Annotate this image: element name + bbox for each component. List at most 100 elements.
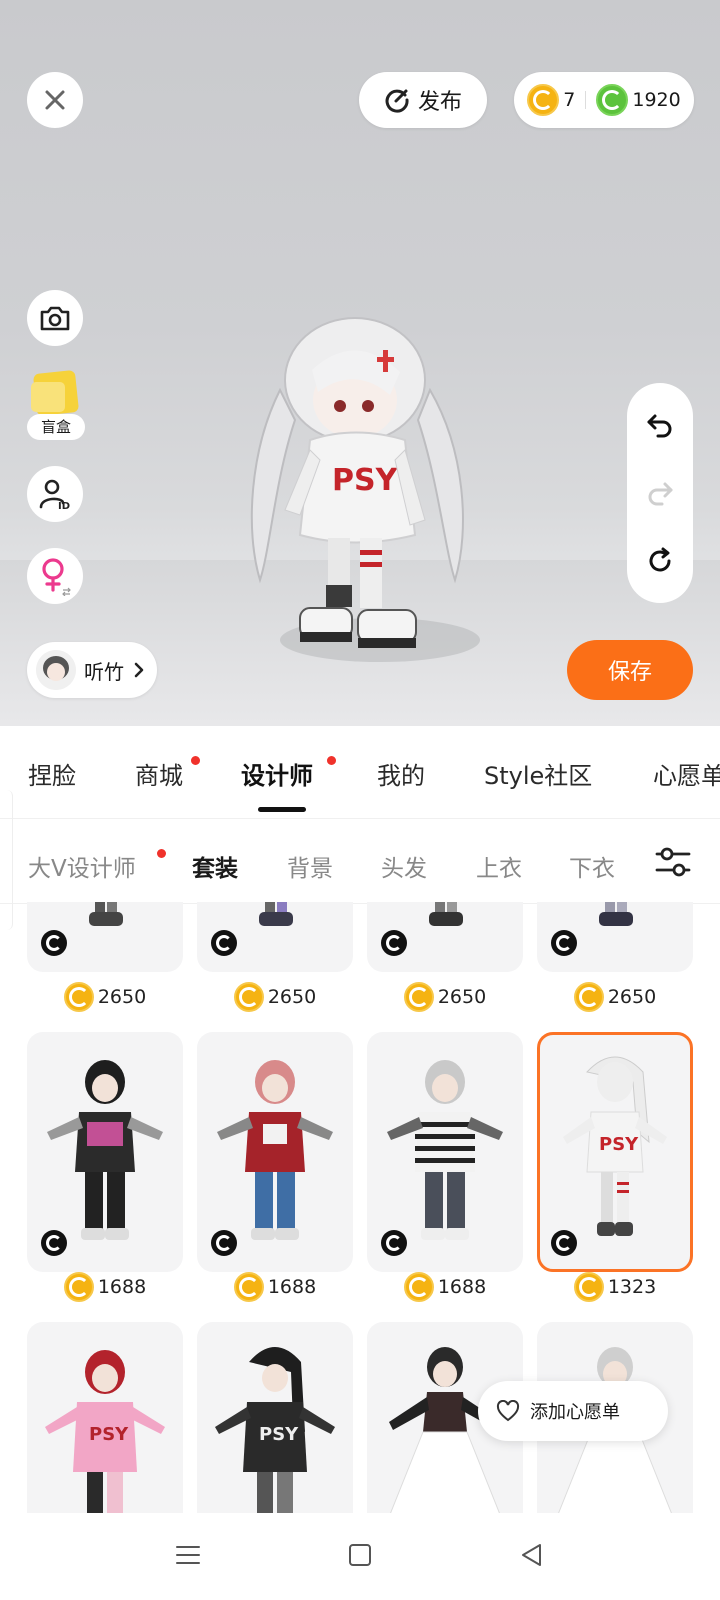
blindbox-button[interactable]: 盲盒 — [27, 369, 85, 442]
price-tag: 1688 — [25, 1272, 185, 1302]
outfit-card[interactable] — [367, 902, 523, 972]
outfit-card[interactable]: PSY — [197, 1322, 353, 1542]
divider — [585, 91, 587, 109]
outfit-card[interactable]: PSY — [27, 1322, 183, 1542]
tab-designer[interactable]: 设计师 — [241, 756, 313, 791]
subtab-suit[interactable]: 套装 — [192, 849, 238, 883]
creator-badge-icon — [381, 1230, 407, 1256]
person-id-icon: ID — [39, 479, 70, 511]
subtab-background[interactable]: 背景 — [287, 849, 333, 883]
tab-face[interactable]: 捏脸 — [28, 756, 76, 791]
back-icon[interactable] — [518, 1541, 546, 1569]
price-value: 2650 — [437, 986, 487, 1008]
price-value: 2650 — [97, 986, 147, 1008]
svg-text:PSY: PSY — [89, 1424, 129, 1445]
profile-name: 听竹 — [84, 659, 124, 684]
subtab-hair[interactable]: 头发 — [381, 849, 427, 883]
creator-badge-icon — [211, 930, 237, 956]
gold-coin-icon — [233, 982, 264, 1012]
tab-style-community[interactable]: Style社区 — [484, 756, 592, 791]
subtab-big-v-designer[interactable]: 大V设计师 — [28, 849, 136, 883]
price-value: 1688 — [267, 1276, 317, 1298]
price-value: 1323 — [607, 1276, 657, 1298]
svg-text:PSY: PSY — [259, 1424, 299, 1445]
camera-button[interactable] — [27, 290, 83, 346]
price-tag: 2650 — [25, 982, 185, 1012]
tab-mall[interactable]: 商城 — [135, 756, 183, 791]
avatar-preview-stage: PSY 发布 7 1920 盲盒 ID 听竹 保存 — [0, 0, 720, 726]
notification-dot — [327, 756, 336, 765]
price-tag: 2650 — [535, 982, 695, 1012]
svg-text:ID: ID — [58, 501, 70, 511]
outfit-card-selected[interactable]: PSY — [537, 1032, 693, 1272]
price-tag: 1323 — [535, 1272, 695, 1302]
save-button[interactable]: 保存 — [567, 640, 693, 700]
menu-icon[interactable] — [174, 1541, 202, 1569]
tab-wishlist[interactable]: 心愿单 — [653, 756, 720, 791]
notification-dot — [157, 849, 166, 858]
camera-icon — [40, 306, 70, 331]
gold-coin-icon — [233, 1272, 264, 1302]
creator-badge-icon — [41, 1230, 67, 1256]
outfit-card[interactable] — [27, 1032, 183, 1272]
gold-coin-icon — [527, 84, 560, 116]
publish-label: 发布 — [417, 90, 462, 115]
reset-icon[interactable] — [645, 546, 675, 576]
profile-selector[interactable]: 听竹 — [27, 642, 157, 698]
gold-coin-icon — [63, 982, 94, 1012]
chevron-right-icon — [134, 662, 144, 678]
close-icon — [45, 90, 65, 110]
publish-button[interactable]: 发布 — [359, 72, 487, 128]
heart-icon — [496, 1400, 520, 1422]
blindbox-label: 盲盒 — [27, 414, 85, 440]
price-tag: 2650 — [195, 982, 355, 1012]
creator-badge-icon — [211, 1230, 237, 1256]
currency-balance[interactable]: 7 1920 — [514, 72, 694, 128]
wishlist-label: 添加心愿单 — [530, 1402, 620, 1423]
creator-badge-icon — [381, 930, 407, 956]
gender-switch-button[interactable] — [27, 548, 83, 604]
avatar-id-button[interactable]: ID — [27, 466, 83, 522]
price-tag: 1688 — [195, 1272, 355, 1302]
svg-text:PSY: PSY — [599, 1134, 639, 1155]
sub-tab-bar: 大V设计师 套装 背景 头发 上衣 下衣 — [0, 818, 720, 904]
subtab-top[interactable]: 上衣 — [476, 849, 522, 883]
gold-coin-icon — [63, 1272, 94, 1302]
close-button[interactable] — [27, 72, 83, 128]
subtab-bottom[interactable]: 下衣 — [569, 849, 615, 883]
price-value: 1688 — [437, 1276, 487, 1298]
price-value: 2650 — [607, 986, 657, 1008]
redo-icon[interactable] — [645, 478, 675, 508]
outfit-card[interactable] — [537, 902, 693, 972]
price-value: 2650 — [267, 986, 317, 1008]
creator-badge-icon — [551, 1230, 577, 1256]
svg-text:PSY: PSY — [332, 463, 399, 498]
female-gender-icon — [42, 558, 71, 596]
creator-badge-icon — [41, 930, 67, 956]
outfit-card[interactable] — [367, 1032, 523, 1272]
green-coin-count: 1920 — [632, 89, 681, 111]
edit-history-toolbar — [627, 383, 693, 603]
gold-coin-icon — [573, 982, 604, 1012]
outfit-card[interactable] — [27, 902, 183, 972]
filter-icon[interactable] — [655, 845, 691, 879]
main-tab-bar: 捏脸 商城 设计师 我的 Style社区 心愿单 — [0, 726, 720, 818]
green-coin-icon — [596, 84, 629, 116]
price-value: 1688 — [97, 1276, 147, 1298]
price-tag: 1688 — [365, 1272, 525, 1302]
gold-coin-icon — [403, 1272, 434, 1302]
creator-badge-icon — [551, 930, 577, 956]
outfit-card[interactable] — [197, 1032, 353, 1272]
gold-coin-icon — [573, 1272, 604, 1302]
avatar-character[interactable]: PSY — [240, 310, 480, 700]
outfit-panel: 捏脸 商城 设计师 我的 Style社区 心愿单 大V设计师 套装 背景 头发 … — [0, 726, 720, 1600]
home-icon[interactable] — [346, 1541, 374, 1569]
tab-mine[interactable]: 我的 — [377, 756, 425, 791]
outfit-card[interactable] — [197, 902, 353, 972]
add-to-wishlist-button[interactable]: 添加心愿单 — [478, 1381, 668, 1441]
avatar — [36, 650, 76, 690]
undo-icon[interactable] — [645, 410, 675, 440]
outfit-grid: 2650 2650 2650 2650 PSY 1688 1688 1688 1… — [0, 902, 720, 1562]
gold-coin-count: 7 — [563, 89, 576, 111]
active-tab-indicator — [258, 807, 306, 812]
